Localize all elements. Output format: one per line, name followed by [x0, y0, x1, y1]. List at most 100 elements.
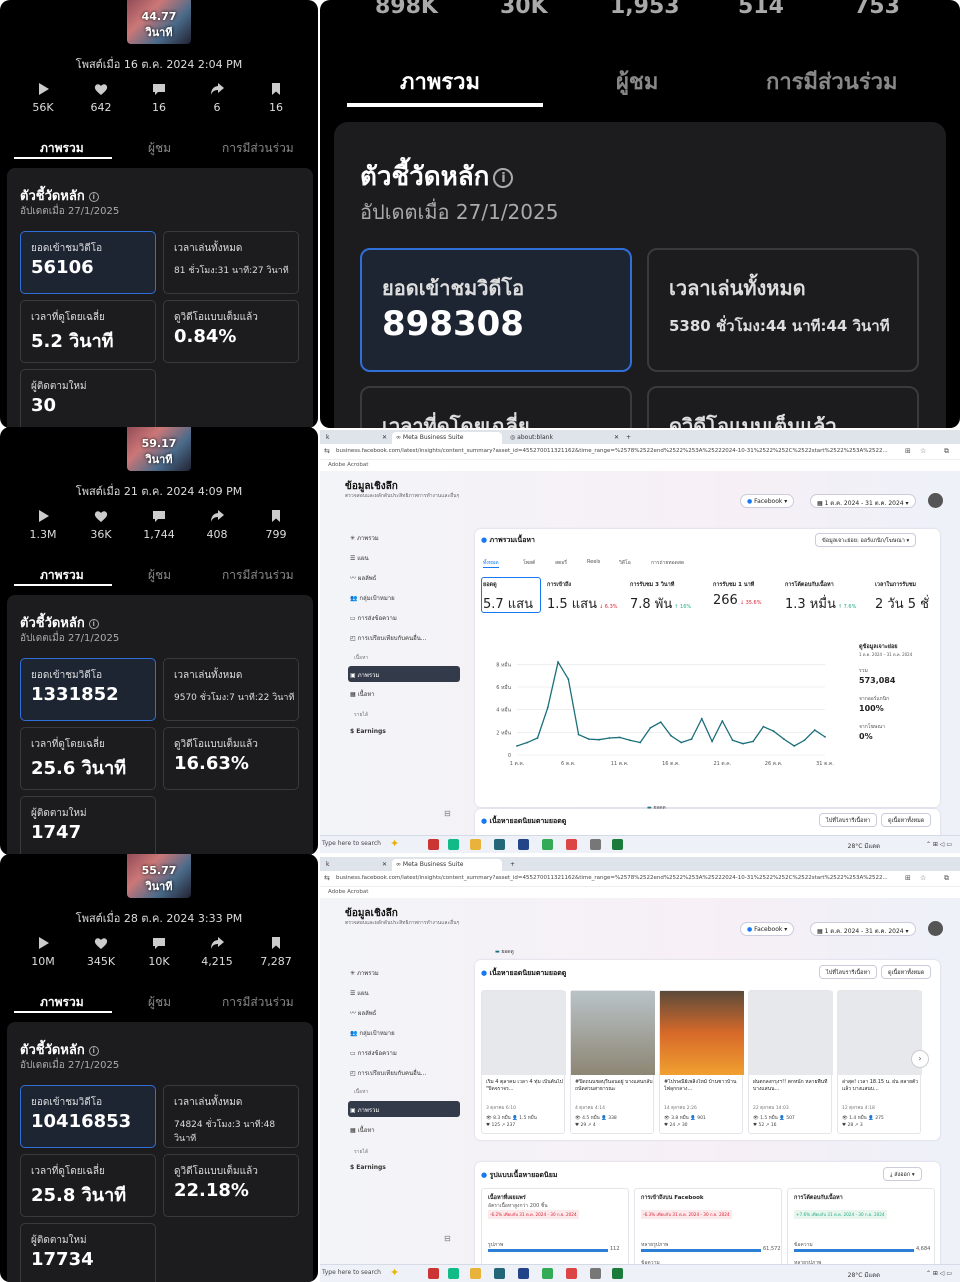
store-icon[interactable] — [494, 839, 505, 850]
tab-audience[interactable]: ผู้ชม — [148, 566, 171, 585]
folder-icon[interactable] — [470, 839, 481, 850]
tab-engagement[interactable]: การมีส่วนร่วม — [222, 139, 294, 158]
metric-item[interactable]: 7.8 พัน ↑ 16% — [630, 593, 691, 614]
metric-item[interactable]: 5.7 แสน — [483, 593, 535, 614]
folder-icon[interactable] — [470, 1268, 481, 1279]
avatar[interactable] — [928, 921, 943, 936]
avg-watch-box[interactable]: เวลาที่ดูโดยเฉลี่ย 5.2 วินาที — [20, 300, 156, 363]
app-icon[interactable] — [590, 839, 601, 850]
new-tab-icon[interactable]: + — [506, 859, 519, 871]
data-point[interactable] — [567, 678, 570, 680]
address-bar[interactable]: ⇆ business.facebook.com/latest/insights/… — [320, 871, 960, 887]
content-library-button[interactable]: ไปที่ไลบรารีเนื้อหา — [819, 813, 878, 827]
chrome-icon[interactable] — [566, 839, 577, 850]
bookmark-adobe[interactable]: Adobe Acrobat — [328, 889, 368, 895]
data-point[interactable] — [546, 706, 549, 709]
edge-icon[interactable] — [448, 1268, 459, 1279]
data-point[interactable] — [824, 735, 826, 738]
sidebar-item-plan[interactable]: ☰ แผน — [350, 988, 369, 998]
data-point[interactable] — [629, 739, 631, 742]
data-point[interactable] — [598, 738, 601, 741]
star-icon[interactable]: ☆ — [920, 447, 926, 455]
platform-dropdown[interactable]: ● Facebook ▾ — [740, 922, 795, 936]
full-watch-box[interactable]: ดูวิดีโอแบบเต็มแล้ว 0.84% — [163, 300, 299, 363]
date-range-dropdown[interactable]: ▦ 1 ต.ค. 2024 - 31 ต.ค. 2024 ▾ — [810, 922, 916, 936]
data-point[interactable] — [670, 734, 672, 737]
breakdown-dropdown[interactable]: ข้อมูลเจาะย่อย: ออร์แกนิก/โฆษณา ▾ — [815, 533, 917, 547]
data-point[interactable] — [783, 738, 785, 741]
views-metric-box[interactable]: ยอดเข้าชมวิดีโอ 10416853 — [20, 1085, 156, 1148]
video-card[interactable]: #ไปรษณีย์เพลิงไหม้ บ้านชาวบ้านไฟลุกกลาง.… — [659, 990, 744, 1134]
url-text[interactable]: business.facebook.com/latest/insights/co… — [336, 875, 896, 881]
translate-icon[interactable]: ⊞ — [905, 874, 911, 882]
see-all-content-button[interactable]: ดูเนื้อหาทั้งหมด — [881, 813, 932, 827]
sidebar-item-messages[interactable]: ▭ การส่งข้อความ — [350, 613, 397, 623]
excel-icon[interactable] — [612, 839, 623, 850]
next-arrow-icon[interactable]: › — [911, 1050, 929, 1068]
site-info-icon[interactable]: ⇆ — [324, 874, 330, 882]
weather-widget[interactable]: 28°C มีแดด — [848, 1270, 880, 1280]
taskbar-search[interactable]: Type here to search — [322, 840, 381, 847]
tab-audience[interactable]: ผู้ชม — [148, 993, 171, 1012]
format-card[interactable]: การเข้าถึงบน Facebook -6.3% เทียบกับ 31 … — [634, 1188, 782, 1272]
sidebar-item-results[interactable]: 〰 ผลลัพธ์ — [350, 573, 376, 583]
metric-item[interactable]: 266 ↓ 35.6% — [713, 593, 762, 608]
browser-tab-meta[interactable]: ∞ Meta Business Suite — [392, 859, 502, 871]
store-icon[interactable] — [494, 1268, 505, 1279]
data-point[interactable] — [639, 741, 642, 744]
url-text[interactable]: business.facebook.com/latest/insights/co… — [336, 448, 896, 454]
data-point[interactable] — [752, 740, 755, 743]
sidebar-item-content-overview[interactable]: ▣ ภาพรวม — [350, 1105, 379, 1115]
data-point[interactable] — [731, 739, 734, 742]
playtime-metric-box[interactable]: เวลาเล่นทั้งหมด 5380 ชั่วโมง:44 นาที:44 … — [647, 248, 919, 372]
avatar[interactable] — [928, 493, 943, 508]
tab-overview[interactable]: ภาพรวม — [40, 139, 84, 158]
sidebar-item-content[interactable]: ▦ เนื้อหา — [350, 1125, 375, 1135]
views-metric-box[interactable]: ยอดเข้าชมวิดีโอ 56106 — [20, 231, 156, 294]
video-thumbnail[interactable]: 44.77 วินาที — [127, 0, 191, 44]
data-point[interactable] — [690, 738, 693, 741]
close-icon[interactable]: ✕ — [378, 432, 391, 444]
format-card[interactable]: การโต้ตอบกับเนื้อหา +7.6% เทียบกับ 31 ต.… — [787, 1188, 935, 1272]
close-icon[interactable]: ✕ — [378, 859, 391, 871]
video-card[interactable]: ล่าสุด! เวลา 18.15 น. ฝน สลายตัวแล้ว บาง… — [837, 990, 922, 1134]
playtime-metric-box[interactable]: เวลาเล่นทั้งหมด 81 ชั่วโมง:31 นาที:27 วิน… — [163, 231, 299, 294]
playtime-metric-box[interactable]: เวลาเล่นทั้งหมด 9570 ชั่วโมง:7 นาที:22 วิ… — [163, 658, 299, 721]
bookmark-adobe[interactable]: Adobe Acrobat — [328, 462, 368, 468]
tab-overview[interactable]: ภาพรวม — [40, 993, 84, 1012]
data-point[interactable] — [680, 741, 683, 744]
tab-engagement[interactable]: การมีส่วนร่วม — [222, 993, 294, 1012]
browser-tab-prev[interactable]: k — [322, 432, 333, 444]
browser-tab-meta[interactable]: ∞ Meta Business Suite — [392, 432, 502, 444]
data-point[interactable] — [587, 738, 590, 741]
sidebar-item-content[interactable]: ▦ เนื้อหา — [350, 689, 375, 699]
info-icon[interactable]: i — [493, 167, 514, 188]
data-point[interactable] — [772, 730, 775, 733]
data-point[interactable] — [700, 717, 703, 720]
new-followers-box[interactable]: ผู้ติดตามใหม่ 17734 — [20, 1223, 156, 1282]
content-library-button[interactable]: ไปที่ไลบรารีเนื้อหา — [819, 965, 878, 979]
tab-audience[interactable]: ผู้ชม — [148, 139, 171, 158]
system-tray-icons[interactable]: ⌃ ⊞ ◁ ▭ — [926, 841, 952, 848]
edge-icon[interactable] — [448, 839, 459, 850]
browser-tab-blank[interactable]: ◎ about:blank — [506, 432, 557, 444]
sidebar-item-plan[interactable]: ☰ แผน — [350, 553, 369, 563]
sidebar-item-overview[interactable]: ✳ ภาพรวม — [350, 533, 379, 543]
data-point[interactable] — [721, 720, 724, 722]
app-icon[interactable] — [428, 839, 439, 850]
content-tab-reels[interactable]: Reels — [587, 559, 600, 565]
star-icon[interactable]: ☆ — [920, 874, 926, 882]
sidebar-item-earnings[interactable]: $ Earnings — [350, 728, 386, 735]
weather-widget[interactable]: 28°C มีแดด — [848, 841, 880, 851]
tab-overview[interactable]: ภาพรวม — [40, 566, 84, 585]
sidebar-item-audience[interactable]: 👥 กลุ่มเป้าหมาย — [350, 593, 395, 603]
views-metric-box[interactable]: ยอดเข้าชมวิดีโอ 898308 — [360, 248, 632, 372]
sidebar-item-earnings[interactable]: $ Earnings — [350, 1164, 386, 1171]
metric-item[interactable]: 2 วัน 5 ชั่ — [875, 593, 931, 614]
video-card[interactable]: #ปิดถนนชลบุรีนอนอยู่ บางแสนกลับถนัดสวนสา… — [570, 990, 655, 1134]
export-button[interactable]: ⤓ ส่งออก ▾ — [883, 1167, 922, 1181]
avg-watch-box[interactable]: เวลาที่ดูโดยเฉลี่ย — [360, 386, 632, 428]
data-point[interactable] — [711, 740, 713, 743]
app-icon[interactable] — [590, 1268, 601, 1279]
data-point[interactable] — [741, 742, 744, 745]
